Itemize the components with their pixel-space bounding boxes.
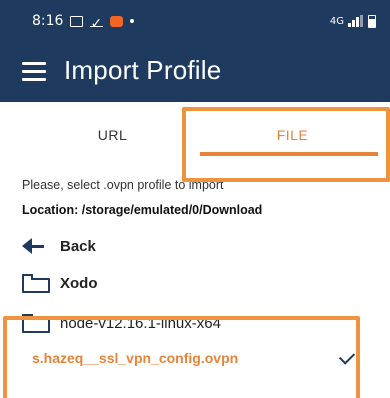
folder-icon	[22, 314, 50, 333]
tab-url[interactable]: URL	[0, 102, 225, 168]
app-notification-icon	[110, 15, 124, 27]
back-arrow-icon	[22, 236, 46, 256]
menu-icon[interactable]	[22, 62, 46, 82]
list-item[interactable]: Xodo	[22, 274, 98, 293]
folder-icon	[22, 274, 50, 293]
checkmark-icon	[338, 348, 356, 365]
list-item[interactable]: node-v12.16.1-linux-x64	[22, 314, 221, 333]
location-path: Location: /storage/emulated/0/Download	[22, 203, 263, 217]
gallery-notification-icon	[70, 15, 84, 27]
tab-bar: URL FILE	[0, 102, 390, 168]
download-done-icon: ✓	[90, 15, 104, 32]
select-prompt: Please, select .ovpn profile to import	[22, 178, 224, 192]
tab-selected-indicator	[200, 152, 378, 156]
page-title: Import Profile	[64, 55, 222, 85]
status-time: 8:16	[32, 13, 64, 29]
tab-file[interactable]: FILE	[195, 102, 390, 168]
back-row[interactable]: Back	[22, 236, 96, 256]
back-label: Back	[60, 237, 96, 255]
more-notifications-icon	[130, 19, 135, 23]
signal-icon	[348, 15, 364, 27]
app-bar: Import Profile	[0, 42, 390, 102]
list-item-label: Xodo	[60, 275, 98, 292]
list-item-label: s.hazeq__ssl_vpn_config.ovpn	[32, 350, 239, 366]
status-bar: 8:16 ✓ 4G	[0, 0, 390, 42]
network-type-label: 4G	[329, 15, 344, 27]
status-right: 4G	[329, 14, 376, 28]
status-left: 8:16 ✓	[32, 13, 135, 32]
list-item-label: node-v12.16.1-linux-x64	[60, 315, 221, 332]
battery-icon	[368, 14, 376, 28]
